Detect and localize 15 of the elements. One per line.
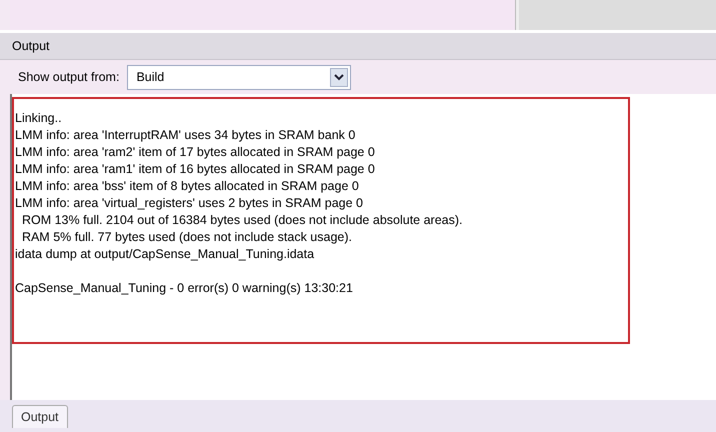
show-output-label: Show output from: [18, 70, 120, 84]
output-line: Linking.. [14, 110, 63, 127]
output-line: ROM 13% full. 2104 out of 16384 bytes used (does not include absolute areas). [20, 212, 464, 229]
output-line: idata dump at output/CapSense_Manual_Tuning.idata [14, 246, 316, 263]
output-line: LMM info: area 'ram2' item of 17 bytes allocated in SRAM page 0 [14, 144, 376, 161]
output-line: LMM info: area 'InterruptRAM' uses 34 bytes in SRAM bank 0 [14, 127, 356, 144]
panel-title: Output [12, 39, 50, 53]
output-line: LMM info: area 'ram1' item of 16 bytes allocated in SRAM page 0 [14, 161, 376, 178]
output-line: LMM info: area 'virtual_registers' uses 2 bytes in SRAM page 0 [14, 195, 364, 212]
build-summary-line: CapSense_Manual_Tuning - 0 error(s) 0 warning(s) 13:30:21 [14, 280, 354, 297]
output-source-dropdown[interactable]: Build [127, 64, 352, 90]
output-line: LMM info: area 'bss' item of 8 bytes allocated in SRAM page 0 [14, 178, 360, 195]
output-line: RAM 5% full. 77 bytes used (does not include stack usage). [20, 229, 353, 246]
dropdown-caret-icon[interactable] [330, 68, 348, 86]
output-tab[interactable]: Output [12, 405, 68, 428]
